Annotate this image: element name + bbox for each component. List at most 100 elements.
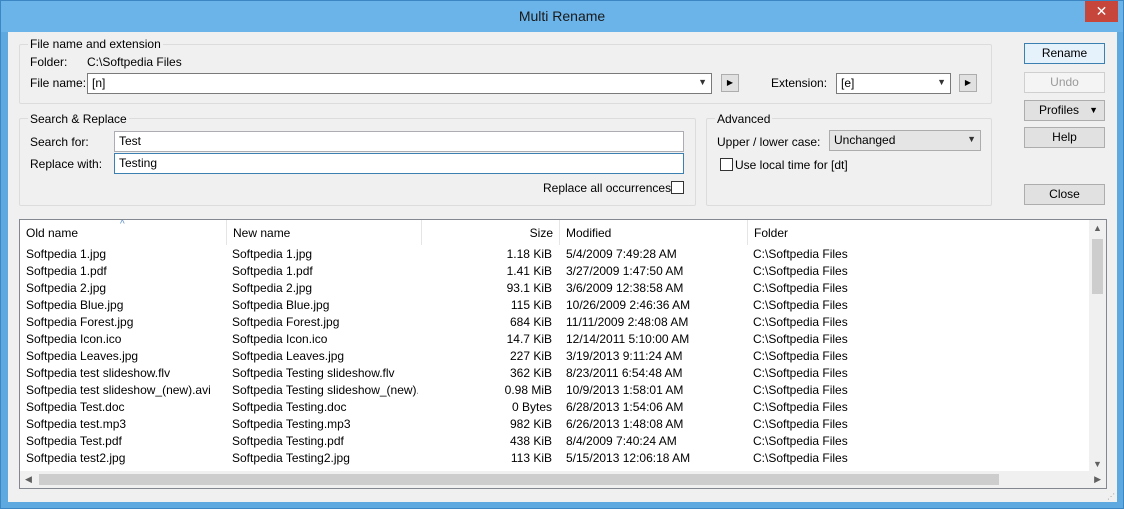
folder-cell: C:\Softpedia Files [753, 349, 848, 363]
multi-rename-window: Multi Rename ✕ File name and extension F… [0, 0, 1124, 509]
profiles-button[interactable]: Profiles ▼ [1024, 100, 1105, 121]
undo-button[interactable]: Undo [1024, 72, 1105, 93]
column-header-new-name[interactable]: New name [227, 220, 422, 245]
horizontal-scroll-thumb[interactable] [39, 474, 999, 485]
old-name-cell: Softpedia 1.jpg [26, 247, 107, 261]
modified-cell: 11/11/2009 2:48:08 AM [566, 315, 689, 329]
rename-button[interactable]: Rename [1024, 43, 1105, 64]
modified-cell: 3/27/2009 1:47:50 AM [566, 264, 684, 278]
old-name-cell: Softpedia Leaves.jpg [26, 349, 139, 363]
file-name-label: File name: [30, 76, 87, 90]
size-cell: 1.18 KiB [506, 247, 552, 261]
size-cell: 982 KiB [509, 417, 552, 431]
size-cell: 362 KiB [509, 366, 552, 380]
table-row[interactable]: Softpedia 1.jpg Softpedia 1.jpg 1.18 KiB 5/… [20, 245, 1090, 262]
old-name-cell: Softpedia Forest.jpg [26, 315, 134, 329]
title-bar[interactable]: Multi Rename ✕ [1, 1, 1123, 32]
column-header-old-name[interactable]: Old name ^ [20, 220, 227, 245]
column-header-size[interactable]: Size [422, 220, 560, 245]
new-name-cell: Softpedia Leaves.jpg [232, 349, 345, 363]
table-row[interactable]: Softpedia test slideshow.flv Softpedia Te… [20, 364, 1090, 381]
case-select[interactable]: Unchanged ▼ [829, 130, 981, 151]
column-header-label: Modified [566, 226, 612, 240]
window-close-button[interactable]: ✕ [1085, 1, 1118, 22]
folder-cell: C:\Softpedia Files [753, 247, 848, 261]
size-cell: 684 KiB [509, 315, 552, 329]
help-button[interactable]: Help [1024, 127, 1105, 148]
file-name-combo-value: [n] [92, 76, 106, 90]
modified-cell: 6/26/2013 1:48:08 AM [566, 417, 684, 431]
new-name-cell: Softpedia Blue.jpg [232, 298, 330, 312]
local-time-checkbox[interactable] [720, 158, 733, 171]
modified-cell: 10/9/2013 1:58:01 AM [566, 383, 684, 397]
chevron-down-icon: ▼ [1089, 105, 1098, 115]
old-name-cell: Softpedia test slideshow_(new).avi [26, 383, 211, 397]
old-name-cell: Softpedia 2.jpg [26, 281, 107, 295]
file-list-rows: Softpedia 1.jpg Softpedia 1.jpg 1.18 KiB 5/… [20, 245, 1090, 466]
size-cell: 93.1 KiB [506, 281, 552, 295]
scroll-right-icon[interactable]: ▶ [1094, 474, 1101, 485]
folder-cell: C:\Softpedia Files [753, 281, 848, 295]
table-row[interactable]: Softpedia test slideshow_(new).avi Softpe… [20, 381, 1090, 398]
size-cell: 0 Bytes [511, 400, 552, 414]
search-for-input[interactable]: Test [114, 131, 684, 152]
folder-label: Folder: [30, 55, 68, 69]
triangle-right-icon: ▶ [726, 78, 734, 87]
folder-cell: C:\Softpedia Files [753, 332, 848, 346]
scroll-down-icon[interactable]: ▼ [1093, 459, 1102, 469]
modified-cell: 8/4/2009 7:40:24 AM [566, 434, 677, 448]
old-name-cell: Softpedia test.mp3 [26, 417, 127, 431]
new-name-cell: Softpedia Testing2.jpg [232, 451, 350, 465]
modified-cell: 10/26/2009 2:46:36 AM [566, 298, 691, 312]
extension-placeholder-button[interactable]: ▶ [959, 74, 977, 92]
file-name-placeholder-button[interactable]: ▶ [721, 74, 739, 92]
old-name-cell: Softpedia Test.doc [26, 400, 125, 414]
column-header-label: Size [529, 226, 553, 240]
replace-with-input[interactable]: Testing [114, 153, 684, 174]
table-row[interactable]: Softpedia Leaves.jpg Softpedia Leaves.jpg… [20, 347, 1090, 364]
search-for-label: Search for: [30, 135, 89, 149]
size-cell: 113 KiB [510, 451, 552, 465]
old-name-cell: Softpedia Blue.jpg [26, 298, 124, 312]
table-row[interactable]: Softpedia Forest.jpg Softpedia Forest.jpg… [20, 313, 1090, 330]
new-name-cell: Softpedia 2.jpg [232, 281, 313, 295]
table-row[interactable]: Softpedia Test.pdf Softpedia Testing.pdf 4… [20, 432, 1090, 449]
table-row[interactable]: Softpedia 1.pdf Softpedia 1.pdf 1.41 KiB 3/… [20, 262, 1090, 279]
folder-cell: C:\Softpedia Files [753, 451, 848, 465]
new-name-cell: Softpedia 1.jpg [232, 247, 313, 261]
sort-ascending-icon: ^ [120, 219, 125, 230]
vertical-scrollbar[interactable]: ▲ ▼ [1089, 220, 1106, 472]
old-name-cell: Softpedia 1.pdf [26, 264, 107, 278]
column-header-modified[interactable]: Modified [560, 220, 748, 245]
extension-combo[interactable]: [e] ▼ [836, 73, 951, 94]
size-cell: 0.98 MiB [504, 383, 552, 397]
folder-cell: C:\Softpedia Files [753, 315, 848, 329]
table-row[interactable]: Softpedia Blue.jpg Softpedia Blue.jpg 115 … [20, 296, 1090, 313]
folder-cell: C:\Softpedia Files [753, 434, 848, 448]
close-button[interactable]: Close [1024, 184, 1105, 205]
table-row[interactable]: Softpedia 2.jpg Softpedia 2.jpg 93.1 KiB 3/… [20, 279, 1090, 296]
folder-cell: C:\Softpedia Files [753, 400, 848, 414]
profiles-button-label: Profiles [1039, 103, 1080, 117]
table-row[interactable]: Softpedia test.mp3 Softpedia Testing.mp3 9… [20, 415, 1090, 432]
column-header-folder[interactable]: Folder [748, 220, 1088, 245]
table-row[interactable]: Softpedia Test.doc Softpedia Testing.doc 0… [20, 398, 1090, 415]
old-name-cell: Softpedia Icon.ico [26, 332, 122, 346]
table-row[interactable]: Softpedia Icon.ico Softpedia Icon.ico 14.7… [20, 330, 1090, 347]
new-name-cell: Softpedia Testing.doc [232, 400, 347, 414]
resize-grip-icon[interactable]: ⋰ [1107, 492, 1115, 501]
new-name-cell: Softpedia Testing.pdf [232, 434, 344, 448]
file-name-combo[interactable]: [n] ▼ [87, 73, 712, 94]
scroll-left-icon[interactable]: ◀ [25, 474, 32, 485]
file-list[interactable]: Old name ^ New name Size Modified Folder… [19, 219, 1107, 489]
table-row[interactable]: Softpedia test2.jpg Softpedia Testing2.jp… [20, 449, 1090, 466]
old-name-cell: Softpedia test slideshow.flv [26, 366, 171, 380]
size-cell: 438 KiB [509, 434, 552, 448]
folder-value: C:\Softpedia Files [87, 55, 182, 69]
modified-cell: 3/19/2013 9:11:24 AM [566, 349, 683, 363]
scroll-up-icon[interactable]: ▲ [1093, 223, 1102, 233]
vertical-scroll-thumb[interactable] [1092, 239, 1103, 294]
replace-all-checkbox[interactable] [671, 181, 684, 194]
horizontal-scrollbar[interactable]: ◀ ▶ [20, 471, 1106, 488]
chevron-down-icon: ▼ [698, 77, 707, 87]
